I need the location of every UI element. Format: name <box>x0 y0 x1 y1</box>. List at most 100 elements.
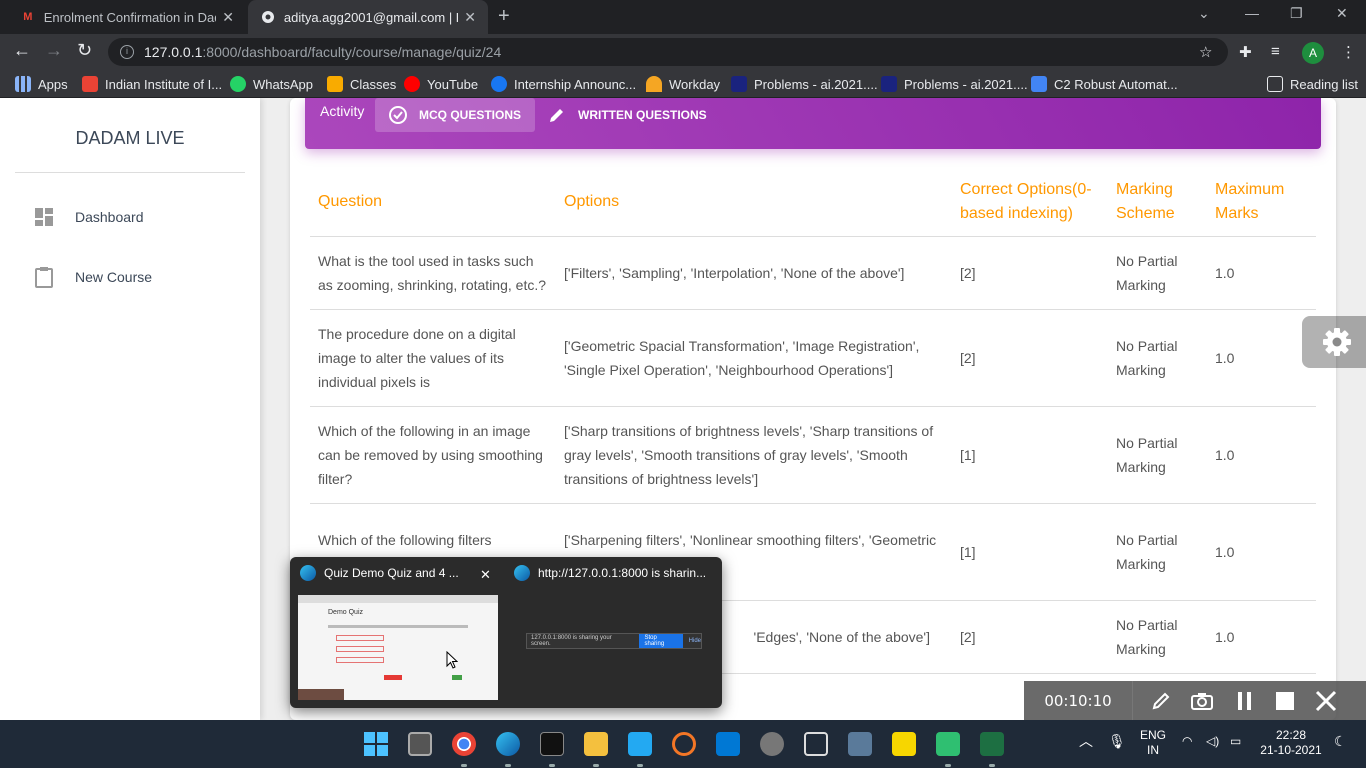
whatsapp-icon <box>230 76 246 92</box>
gear-icon <box>1323 328 1351 356</box>
site-icon <box>881 76 897 92</box>
pause-icon[interactable] <box>1216 681 1274 720</box>
camera-icon[interactable] <box>1188 681 1216 720</box>
dashboard-icon <box>35 208 53 226</box>
bookmark-star-icon[interactable]: ☆ <box>1199 43 1212 61</box>
brand-title[interactable]: DADAM LIVE <box>0 128 260 149</box>
terminal-taskbar-icon[interactable] <box>540 732 564 756</box>
column-header: Correct Options(0-based indexing) <box>952 168 1108 237</box>
correct-cell: [2] <box>952 600 1108 674</box>
microphone-icon[interactable]: 🎙 <box>1108 734 1126 749</box>
thumbnail-heading: Demo Quiz <box>328 609 364 616</box>
sidebar-item-new-course[interactable]: New Course <box>34 266 152 288</box>
chrome-menu-icon[interactable]: ⋮ <box>1341 43 1356 61</box>
bookmark-whatsapp[interactable]: WhatsApp <box>230 76 313 92</box>
scheme-cell: No Partial Marking <box>1108 406 1207 504</box>
quiz-header-bar: Activity MCQ QUESTIONS WRITTEN QUESTIONS <box>305 98 1321 149</box>
column-header: Maximum Marks <box>1207 168 1316 237</box>
restore-button[interactable]: ❐ <box>1290 5 1303 22</box>
running-indicator <box>989 764 995 767</box>
apps-grid-icon <box>15 76 31 92</box>
tab-written-questions[interactable]: WRITTEN QUESTIONS <box>534 98 721 132</box>
sidebar: DADAM LIVE Dashboard New Course <box>0 98 260 720</box>
pen-icon[interactable] <box>1132 681 1188 720</box>
virtualbox-icon[interactable] <box>804 732 828 756</box>
tab-mcq-questions[interactable]: MCQ QUESTIONS <box>375 98 536 132</box>
clock[interactable]: 22:28 21-10-2021 <box>1258 728 1324 758</box>
forward-icon[interactable]: → <box>45 40 63 61</box>
close-window-button[interactable]: ✕ <box>1336 5 1348 22</box>
stop-icon[interactable] <box>1274 681 1296 720</box>
browser-tab-gmail[interactable]: M Enrolment Confirmation in Dada ✕ <box>8 0 246 34</box>
thumbnail-stop-sharing: Stop sharing <box>639 634 683 648</box>
bookmark-iiit[interactable]: Indian Institute of I... <box>82 76 222 92</box>
notifications-icon[interactable]: ☾ <box>1334 734 1347 749</box>
browser-toolbar: ← → ↻ i 127.0.0.1:8000/dashboard/faculty… <box>0 34 1366 70</box>
edge-taskbar-icon[interactable] <box>496 732 520 756</box>
window-thumbnail-quiz[interactable]: Demo Quiz <box>298 595 498 700</box>
thumbnail-line <box>328 625 468 628</box>
youtube-icon <box>404 76 420 92</box>
photos-icon[interactable] <box>848 732 872 756</box>
correct-cell: [1] <box>952 503 1108 601</box>
bookmark-youtube[interactable]: YouTube <box>404 76 478 92</box>
scheme-cell: No Partial Marking <box>1108 503 1207 601</box>
site-icon <box>731 76 747 92</box>
screen-recorder-bar: 00:10:10 <box>1024 681 1366 720</box>
settings-gear-icon[interactable] <box>760 732 784 756</box>
bookmark-workday[interactable]: Workday <box>646 76 720 92</box>
close-tab-icon[interactable]: ✕ <box>222 9 234 26</box>
close-recorder-icon[interactable] <box>1296 681 1356 720</box>
sidebar-item-dashboard[interactable]: Dashboard <box>34 206 144 228</box>
extensions-icon[interactable]: ✚ <box>1239 43 1252 61</box>
thumbnail-title-quiz[interactable]: Quiz Demo Quiz and 4 ... <box>300 565 459 581</box>
back-icon[interactable]: ← <box>13 40 31 61</box>
address-bar[interactable]: i 127.0.0.1:8000/dashboard/faculty/cours… <box>108 38 1228 66</box>
marks-cell: 1.0 <box>1207 503 1316 601</box>
classroom-icon <box>327 76 343 92</box>
close-tab-icon[interactable]: ✕ <box>464 9 476 26</box>
profile-avatar[interactable]: A <box>1302 42 1324 64</box>
store-icon[interactable] <box>716 732 740 756</box>
volume-icon[interactable]: ◁) <box>1206 734 1219 749</box>
scheme-cell: No Partial Marking <box>1108 309 1207 407</box>
tab-search-icon[interactable]: ⌄ <box>1198 5 1210 22</box>
language-indicator[interactable]: ENG IN <box>1138 728 1168 758</box>
reload-icon[interactable]: ↻ <box>77 40 92 61</box>
chevron-up-icon[interactable]: ︿ <box>1079 734 1093 749</box>
table-row: What is the tool used in tasks such as z… <box>310 236 1316 310</box>
clipboard-icon <box>35 267 53 288</box>
task-view-icon[interactable] <box>408 732 432 756</box>
site-info-icon[interactable]: i <box>120 45 134 59</box>
bookmark-internship[interactable]: Internship Announc... <box>491 76 636 92</box>
snipping-tool-icon[interactable] <box>936 732 960 756</box>
bookmark-c2-robust[interactable]: C2 Robust Automat... <box>1031 76 1178 92</box>
media-control-icon[interactable]: ≡ <box>1271 43 1280 60</box>
window-thumbnail-sharing[interactable]: 127.0.0.1:8000 is sharing your screen. S… <box>526 633 702 649</box>
new-tab-button[interactable]: + <box>498 5 510 28</box>
jupyter-icon[interactable] <box>672 732 696 756</box>
vscode-icon[interactable] <box>628 732 652 756</box>
minimize-button[interactable]: — <box>1245 5 1259 21</box>
close-icon[interactable]: ✕ <box>480 567 491 583</box>
sticky-notes-icon[interactable] <box>892 732 916 756</box>
settings-plugin-button[interactable] <box>1302 316 1366 368</box>
column-header: Marking Scheme <box>1108 168 1207 237</box>
wifi-icon[interactable]: ◠ <box>1182 734 1192 749</box>
running-indicator <box>461 764 467 767</box>
divider <box>15 172 245 173</box>
excel-icon[interactable] <box>980 732 1004 756</box>
thumbnail-sharing-text: 127.0.0.1:8000 is sharing your screen. <box>531 635 612 647</box>
reading-list-button[interactable]: Reading list <box>1267 76 1358 92</box>
options-cell: ['Geometric Spacial Transformation', 'Im… <box>556 309 952 407</box>
bookmark-apps[interactable]: Apps <box>15 76 68 92</box>
bookmark-problems-2[interactable]: Problems - ai.2021.... <box>881 76 1028 92</box>
bookmark-classes[interactable]: Classes <box>327 76 396 92</box>
thumbnail-title-sharing[interactable]: http://127.0.0.1:8000 is sharin... <box>514 565 706 581</box>
browser-tab-active[interactable]: aditya.agg2001@gmail.com | Fac ✕ <box>248 0 488 34</box>
file-explorer-icon[interactable] <box>584 732 608 756</box>
battery-icon[interactable]: ▭ <box>1230 734 1241 749</box>
bookmark-problems-1[interactable]: Problems - ai.2021.... <box>731 76 878 92</box>
chrome-taskbar-icon[interactable] <box>452 732 476 756</box>
windows-start-icon[interactable] <box>364 732 388 756</box>
